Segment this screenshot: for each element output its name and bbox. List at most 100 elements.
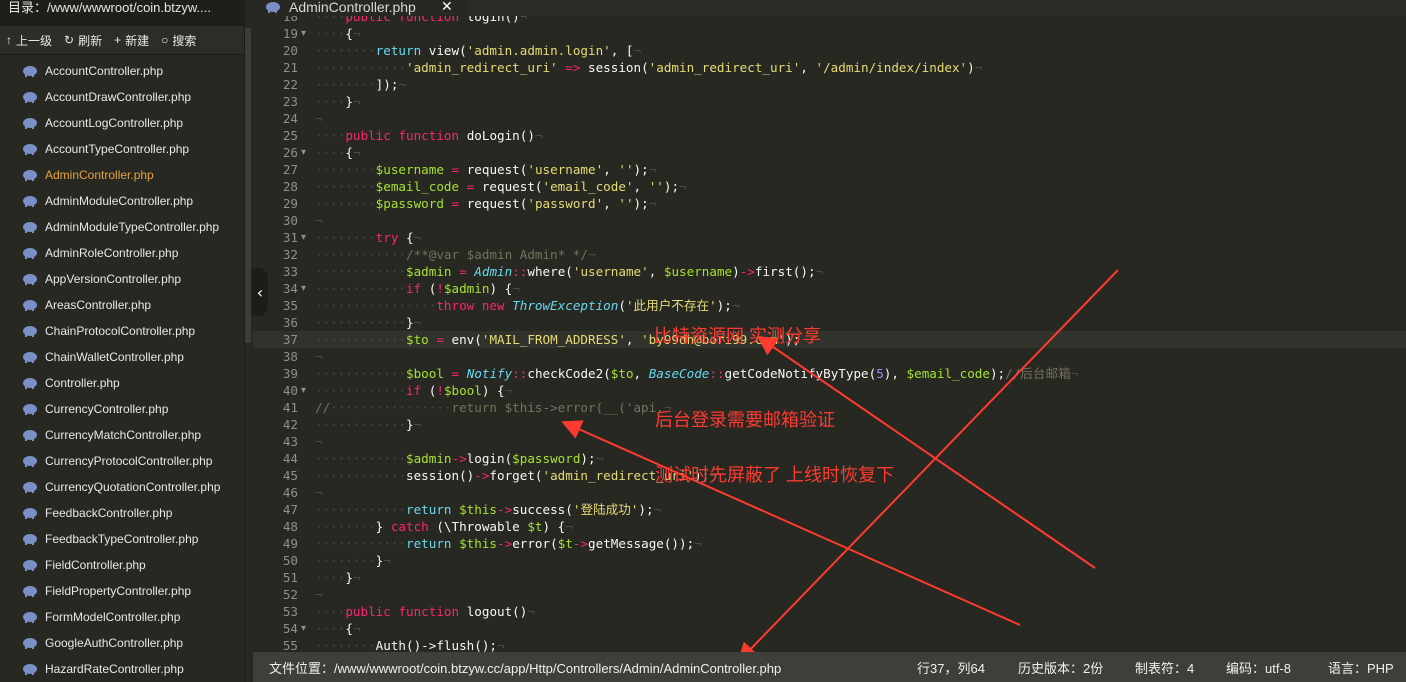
code-line[interactable]: 49 ············return $this->error($t->ge…: [253, 535, 1406, 552]
code-line[interactable]: 19 ▾ ····{¬: [253, 25, 1406, 42]
code-line[interactable]: 35 ················throw new ThrowExcepti…: [253, 297, 1406, 314]
fold-toggle-icon[interactable]: ▾: [301, 280, 306, 297]
fold-toggle-icon[interactable]: ▾: [301, 620, 306, 637]
code-line[interactable]: 40 ▾ ············if (!$bool) {¬: [253, 382, 1406, 399]
code-text: ············if (!$bool) {¬: [315, 383, 513, 398]
encoding[interactable]: 编码：utf-8: [1226, 658, 1291, 677]
line-number: 21: [282, 60, 298, 75]
code-line[interactable]: 53 ····public function logout()¬: [253, 603, 1406, 620]
file-item[interactable]: FormModelController.php: [0, 604, 244, 630]
sidebar-scrollbar[interactable]: [245, 28, 251, 343]
tab-size[interactable]: 制表符：4: [1135, 658, 1194, 677]
code-text: ············}¬: [315, 315, 422, 330]
file-item[interactable]: CurrencyController.php: [0, 396, 244, 422]
file-item[interactable]: FieldPropertyController.php: [0, 578, 244, 604]
language-mode[interactable]: 语言：PHP: [1328, 658, 1394, 677]
code-line[interactable]: 51 ····}¬: [253, 569, 1406, 586]
file-item[interactable]: AdminRoleController.php: [0, 240, 244, 266]
code-line[interactable]: 50 ········}¬: [253, 552, 1406, 569]
tab-admin-controller[interactable]: AdminController.php ✕: [253, 0, 467, 16]
line-number: 44: [282, 451, 298, 466]
code-line[interactable]: 54 ▾ ····{¬: [253, 620, 1406, 637]
fold-toggle-icon[interactable]: ▾: [301, 144, 306, 161]
history-versions[interactable]: 历史版本：2份: [1018, 658, 1103, 677]
code-line[interactable]: 28 ········$email_code = request('email_c…: [253, 178, 1406, 195]
code-line[interactable]: 23 ····}¬: [253, 93, 1406, 110]
file-item[interactable]: FieldController.php: [0, 552, 244, 578]
file-item[interactable]: CurrencyQuotationController.php: [0, 474, 244, 500]
code-line[interactable]: 33 ············$admin = Admin::where('use…: [253, 263, 1406, 280]
code-line[interactable]: 48 ········} catch (\Throwable $t) {¬: [253, 518, 1406, 535]
file-item[interactable]: Controller.php: [0, 370, 244, 396]
file-item[interactable]: AccountController.php: [0, 58, 244, 84]
up-level-button[interactable]: ↑ 上一级: [0, 32, 58, 49]
file-list: AccountController.php AccountDrawControll…: [0, 58, 244, 682]
code-line[interactable]: 26 ▾ ····{¬: [253, 144, 1406, 161]
code-line[interactable]: 31 ▾ ········try {¬: [253, 229, 1406, 246]
code-text: ¬: [315, 485, 323, 500]
search-button[interactable]: ○ 搜索: [155, 32, 202, 49]
line-number: 26: [282, 145, 298, 160]
file-path-status: 文件位置：/www/wwwroot/coin.btzyw.cc/app/Http…: [269, 660, 782, 676]
code-text: ····public function logout()¬: [315, 604, 535, 619]
code-line[interactable]: 43 ¬: [253, 433, 1406, 450]
file-item[interactable]: AccountLogController.php: [0, 110, 244, 136]
code-line[interactable]: 52 ¬: [253, 586, 1406, 603]
fold-toggle-icon[interactable]: ▾: [301, 382, 306, 399]
file-item[interactable]: AdminModuleTypeController.php: [0, 214, 244, 240]
file-item[interactable]: AreasController.php: [0, 292, 244, 318]
code-text: ············return $this->success('登陆成功'…: [315, 502, 662, 517]
file-item[interactable]: CurrencyMatchController.php: [0, 422, 244, 448]
file-item[interactable]: ChainProtocolController.php: [0, 318, 244, 344]
code-line[interactable]: 36 ············}¬: [253, 314, 1406, 331]
file-item[interactable]: ChainWalletController.php: [0, 344, 244, 370]
file-item[interactable]: FeedbackController.php: [0, 500, 244, 526]
line-number: 53: [282, 604, 298, 619]
line-number: 36: [282, 315, 298, 330]
code-line[interactable]: 30 ¬: [253, 212, 1406, 229]
refresh-button[interactable]: ↻ 刷新: [58, 32, 108, 49]
file-name: AccountTypeController.php: [45, 142, 190, 156]
code-line[interactable]: 21 ············'admin_redirect_uri' => se…: [253, 59, 1406, 76]
file-item[interactable]: AccountTypeController.php: [0, 136, 244, 162]
file-item[interactable]: CurrencyProtocolController.php: [0, 448, 244, 474]
code-line[interactable]: 20 ········return view('admin.admin.login…: [253, 42, 1406, 59]
file-item[interactable]: HazardRateController.php: [0, 656, 244, 682]
line-number: 39: [282, 366, 298, 381]
code-line[interactable]: 24 ¬: [253, 110, 1406, 127]
file-item[interactable]: FeedbackTypeController.php: [0, 526, 244, 552]
php-file-icon: [23, 586, 37, 597]
line-number: 50: [282, 553, 298, 568]
code-line[interactable]: 18 ····public function login()¬: [253, 16, 1406, 25]
code-line[interactable]: 38 ¬: [253, 348, 1406, 365]
tab-title: AdminController.php: [289, 0, 416, 15]
new-button[interactable]: + 新建: [108, 32, 155, 49]
cursor-position[interactable]: 行37，列64: [917, 658, 985, 677]
file-item[interactable]: AppVersionController.php: [0, 266, 244, 292]
code-editor[interactable]: 18 ····public function login()¬ 19 ▾ ····{¬ 2…: [253, 16, 1406, 652]
php-file-icon: [23, 196, 37, 207]
code-line[interactable]: 34 ▾ ············if (!$admin) {¬: [253, 280, 1406, 297]
line-number: 54: [282, 621, 298, 636]
code-line[interactable]: 25 ····public function doLogin()¬: [253, 127, 1406, 144]
code-line[interactable]: 39 ············$bool = Notify::checkCode2…: [253, 365, 1406, 382]
code-line[interactable]: 29 ········$password = request('password'…: [253, 195, 1406, 212]
file-name: Controller.php: [45, 376, 120, 390]
line-number: 46: [282, 485, 298, 500]
file-item[interactable]: AdminModuleController.php: [0, 188, 244, 214]
code-line[interactable]: 55 ········Auth()->flush();¬: [253, 637, 1406, 652]
code-line[interactable]: 37 ············$to = env('MAIL_FROM_ADDRE…: [253, 331, 1406, 348]
file-item[interactable]: GoogleAuthController.php: [0, 630, 244, 656]
code-line[interactable]: 22 ········]);¬: [253, 76, 1406, 93]
code-text: //················return $this->error(__…: [315, 400, 672, 415]
annotation-email-verify: 后台登录需要邮箱验证: [655, 410, 835, 430]
close-icon[interactable]: ✕: [441, 0, 453, 15]
file-item[interactable]: AdminController.php: [0, 162, 244, 188]
code-line[interactable]: 47 ············return $this->success('登陆成…: [253, 501, 1406, 518]
code-line[interactable]: 27 ········$username = request('username'…: [253, 161, 1406, 178]
code-line[interactable]: 32 ············/**@var $admin Admin* */¬: [253, 246, 1406, 263]
php-file-icon: [23, 560, 37, 571]
fold-toggle-icon[interactable]: ▾: [301, 229, 306, 246]
file-item[interactable]: AccountDrawController.php: [0, 84, 244, 110]
fold-toggle-icon[interactable]: ▾: [301, 25, 306, 42]
